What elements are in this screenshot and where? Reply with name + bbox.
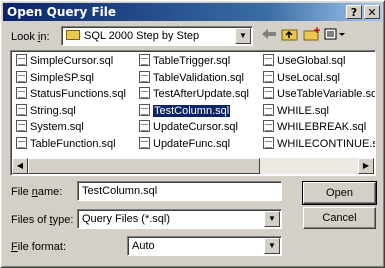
- file-item[interactable]: SimpleSP.sql: [16, 70, 126, 85]
- file-column-1: SimpleCursor.sql SimpleSP.sql StatusFunc…: [16, 54, 126, 153]
- file-item[interactable]: UpdateFunc.sql: [139, 136, 249, 151]
- file-item[interactable]: String.sql: [16, 103, 126, 118]
- file-item[interactable]: WHILEBREAK.sql: [263, 120, 375, 134]
- sql-file-icon: [16, 54, 27, 66]
- chevron-down-icon[interactable]: ▼: [235, 28, 251, 44]
- sql-file-icon: [263, 136, 274, 149]
- file-format-label: File format:: [11, 241, 67, 253]
- look-in-label: Look in:: [11, 31, 50, 43]
- look-in-value: SQL 2000 Step by Step: [84, 30, 200, 42]
- file-item[interactable]: WHILE.sql: [263, 103, 375, 118]
- file-item[interactable]: UseTableVariable.sql: [263, 87, 375, 101]
- file-item[interactable]: TestAfterUpdate.sql: [139, 87, 249, 101]
- sql-file-icon: [263, 70, 274, 83]
- close-button[interactable]: ✕: [364, 5, 380, 19]
- scroll-right-icon[interactable]: ▶: [358, 158, 374, 174]
- file-format-dropdown[interactable]: Auto ▼: [127, 236, 282, 256]
- scroll-thumb[interactable]: [28, 158, 260, 174]
- views-menu-icon[interactable]: [323, 27, 347, 45]
- file-item[interactable]: WHILECONTINUE.sql: [263, 136, 375, 151]
- file-item[interactable]: System.sql: [16, 120, 126, 134]
- sql-file-icon: [139, 87, 150, 99]
- dialog-title: Open Query File: [7, 5, 117, 19]
- file-item[interactable]: UseLocal.sql: [263, 70, 375, 85]
- file-column-3: UseGlobal.sql UseLocal.sql UseTableVaria…: [263, 54, 375, 153]
- sql-file-icon: [139, 120, 150, 132]
- chevron-down-icon[interactable]: ▼: [264, 238, 280, 254]
- sql-file-icon: [263, 87, 274, 99]
- file-name-label: File name:: [11, 186, 63, 198]
- sql-file-icon: [263, 103, 274, 116]
- file-item[interactable]: UseGlobal.sql: [263, 54, 375, 68]
- sql-file-icon: [139, 136, 150, 149]
- file-column-2: TableTrigger.sql TableValidation.sql Tes…: [139, 54, 249, 153]
- file-type-dropdown[interactable]: Query Files (*.sql) ▼: [77, 209, 282, 229]
- file-item[interactable]: UpdateCursor.sql: [139, 120, 249, 134]
- sql-file-icon: [139, 54, 150, 66]
- file-item[interactable]: TableValidation.sql: [139, 70, 249, 85]
- sql-file-icon: [16, 70, 27, 83]
- sql-file-icon: [263, 54, 274, 66]
- up-one-level-icon[interactable]: [280, 27, 300, 45]
- sql-file-icon: [16, 103, 27, 116]
- sql-file-icon: [16, 136, 27, 149]
- cancel-button[interactable]: Cancel: [303, 207, 376, 229]
- folder-icon: [66, 30, 80, 40]
- horizontal-scrollbar[interactable]: ◀ ▶: [12, 158, 374, 174]
- title-bar[interactable]: Open Query File ? ✕: [3, 3, 382, 21]
- file-item[interactable]: SimpleCursor.sql: [16, 54, 126, 68]
- file-type-value: Query Files (*.sql): [82, 213, 171, 225]
- new-folder-icon[interactable]: [302, 27, 322, 45]
- help-button[interactable]: ?: [346, 5, 362, 19]
- file-item[interactable]: TableTrigger.sql: [139, 54, 249, 68]
- sql-file-icon: [16, 87, 27, 99]
- chevron-down-icon[interactable]: ▼: [264, 211, 280, 227]
- scroll-left-icon[interactable]: ◀: [12, 158, 28, 174]
- look-in-dropdown[interactable]: SQL 2000 Step by Step ▼: [61, 26, 253, 46]
- open-button[interactable]: Open: [302, 181, 377, 205]
- file-type-label: Files of type:: [11, 214, 74, 226]
- file-name-input[interactable]: TestColumn.sql: [77, 181, 282, 201]
- file-item[interactable]: TableFunction.sql: [16, 136, 126, 151]
- open-query-file-dialog: Open Query File ? ✕ Look in: SQL 2000 St…: [0, 0, 385, 268]
- sql-file-icon: [263, 120, 274, 132]
- file-format-value: Auto: [132, 240, 155, 252]
- sql-file-icon: [139, 70, 150, 83]
- sql-file-icon: [16, 120, 27, 132]
- file-item-selected[interactable]: TestColumn.sql: [139, 103, 249, 118]
- sql-file-icon: [139, 103, 150, 116]
- back-arrow-icon[interactable]: [259, 27, 279, 45]
- file-list[interactable]: SimpleCursor.sql SimpleSP.sql StatusFunc…: [10, 50, 376, 176]
- file-item[interactable]: StatusFunctions.sql: [16, 87, 126, 101]
